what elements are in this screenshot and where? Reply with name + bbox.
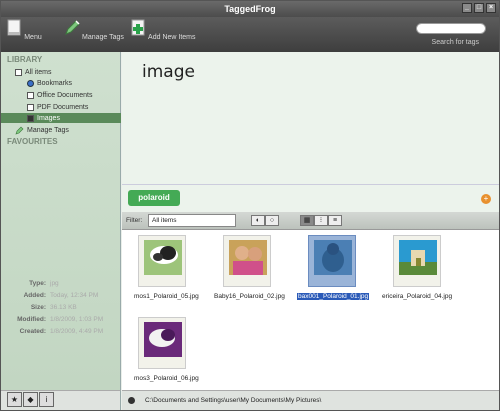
info-value: 36.13 KB — [50, 304, 77, 311]
status-bar: C:\Documents and Settings\user\My Docume… — [122, 390, 499, 410]
info-type: Type: jpg — [1, 280, 121, 287]
filter-mode-or-button[interactable]: ○ — [265, 215, 279, 226]
info-value: 1/8/2009, 4:49 PM — [50, 328, 104, 335]
tag-pen-icon — [65, 20, 80, 35]
title-bar: TaggedFrog _ □ × — [1, 1, 499, 17]
sidebar: LIBRARY All items Bookmarks Office Docum… — [1, 52, 121, 390]
file-name-selected[interactable]: bax001_Polaroid_01.jpg — [297, 293, 370, 300]
file-thumbnail[interactable] — [138, 235, 186, 287]
add-tag-icon[interactable]: + — [481, 194, 491, 204]
menu-button[interactable]: Menu — [0, 19, 59, 41]
file-thumbnail[interactable] — [223, 235, 271, 287]
info-key: Type: — [29, 280, 46, 287]
minimize-button[interactable]: _ — [462, 3, 472, 13]
toolbar: Menu Manage Tags Add New Items Search fo… — [1, 17, 499, 52]
info-key: Modified: — [17, 316, 46, 323]
add-document-icon — [131, 19, 145, 36]
sidebar-item-label: Bookmarks — [37, 79, 73, 87]
tag-pen-icon — [15, 126, 24, 134]
info-created: Created: 1/8/2009, 4:49 PM — [1, 328, 121, 335]
manage-tags-button[interactable]: Manage Tags — [59, 19, 129, 41]
sidebar-item-pdf-documents[interactable]: PDF Documents — [27, 102, 88, 112]
preview-pane: image — [122, 52, 499, 184]
sidebar-item-label: Office Documents — [37, 91, 93, 99]
sidebar-item-label: Images — [37, 114, 60, 122]
document-icon — [27, 91, 34, 99]
grid-view-button[interactable]: ⁝ — [314, 215, 328, 226]
close-button[interactable]: × — [486, 3, 496, 13]
library-heading: LIBRARY — [7, 55, 43, 64]
tag-button[interactable]: ◆ — [23, 392, 38, 407]
info-added: Added: Today, 12:34 PM — [1, 292, 121, 299]
sidebar-item-all-items[interactable]: All items — [15, 67, 51, 77]
pdf-icon — [27, 103, 34, 111]
file-name[interactable]: Baby16_Polaroid_02.jpg — [214, 293, 285, 300]
menu-label: Menu — [24, 34, 42, 41]
preview-title: image — [142, 62, 195, 82]
folder-path: C:\Documents and Settings\user\My Docume… — [145, 397, 322, 404]
photo-thumbnail-icon — [314, 240, 352, 275]
info-value: Today, 12:34 PM — [50, 292, 99, 299]
tag-search-input[interactable] — [416, 23, 486, 34]
window-title: TaggedFrog — [224, 4, 276, 14]
window-controls: _ □ × — [462, 3, 496, 13]
photo-thumbnail-icon — [399, 240, 437, 275]
info-modified: Modified: 1/8/2009, 1:03 PM — [1, 316, 121, 323]
sidebar-item-manage-tags[interactable]: Manage Tags — [15, 125, 69, 135]
add-new-items-button[interactable]: Add New Items — [128, 19, 198, 41]
filter-label: Filter: — [126, 217, 143, 224]
filter-mode-and-button[interactable]: ◐ — [251, 215, 265, 226]
app-window: TaggedFrog _ □ × Menu Manage Tags Add Ne… — [0, 0, 500, 411]
info-key: Created: — [19, 328, 46, 335]
file-thumbnail[interactable] — [393, 235, 441, 287]
manage-tags-label: Manage Tags — [82, 34, 124, 41]
file-name[interactable]: ericeira_Polaroid_04.jpg — [382, 293, 452, 300]
file-grid: mos1_Polaroid_05.jpg Baby16_Polaroid_02.… — [122, 230, 499, 390]
add-new-items-label: Add New Items — [148, 34, 196, 41]
info-size: Size: 36.13 KB — [1, 304, 121, 311]
filter-input[interactable]: All items — [148, 214, 236, 227]
sidebar-item-label: Manage Tags — [27, 126, 69, 134]
filter-bar: Filter: All items ◐ ○ ▦ ⁝ ≡ — [122, 212, 499, 230]
favorite-star-button[interactable]: ★ — [7, 392, 22, 407]
info-key: Added: — [23, 292, 46, 299]
globe-icon — [27, 79, 34, 87]
list-view-button[interactable]: ≡ — [328, 215, 342, 226]
sidebar-item-office-documents[interactable]: Office Documents — [27, 90, 93, 100]
sidebar-item-images[interactable]: Images — [1, 113, 121, 123]
maximize-button[interactable]: □ — [474, 3, 484, 13]
file-thumbnail[interactable] — [138, 317, 186, 369]
file-thumbnail-selected[interactable] — [308, 235, 356, 287]
search-label: Search for tags — [431, 39, 479, 46]
view-mode-toggle: ▦ ⁝ ≡ — [300, 215, 342, 226]
thumbnail-view-button[interactable]: ▦ — [300, 215, 314, 226]
sidebar-actions: ★ ◆ i — [7, 392, 54, 407]
photo-thumbnail-icon — [144, 240, 182, 275]
info-key: Size: — [30, 304, 46, 311]
filter-mode-toggle: ◐ ○ — [251, 215, 279, 226]
favourites-heading: FAVOURITES — [7, 137, 58, 146]
image-icon — [27, 114, 34, 122]
info-value: 1/8/2009, 1:03 PM — [50, 316, 104, 323]
info-value: jpg — [50, 280, 59, 287]
info-button[interactable]: i — [39, 392, 54, 407]
photo-thumbnail-icon — [144, 322, 182, 357]
arrow-icon[interactable] — [128, 397, 135, 404]
sidebar-item-bookmarks[interactable]: Bookmarks — [27, 78, 72, 88]
tag-pill[interactable]: polaroid — [128, 190, 180, 206]
list-icon — [15, 68, 22, 76]
file-name[interactable]: mos3_Polaroid_06.jpg — [134, 375, 199, 382]
sidebar-item-label: All items — [25, 68, 52, 76]
photo-thumbnail-icon — [229, 240, 267, 275]
tag-bar: polaroid + — [122, 184, 499, 212]
document-icon — [7, 19, 21, 36]
sidebar-item-label: PDF Documents — [37, 103, 89, 111]
file-name[interactable]: mos1_Polaroid_05.jpg — [134, 293, 199, 300]
